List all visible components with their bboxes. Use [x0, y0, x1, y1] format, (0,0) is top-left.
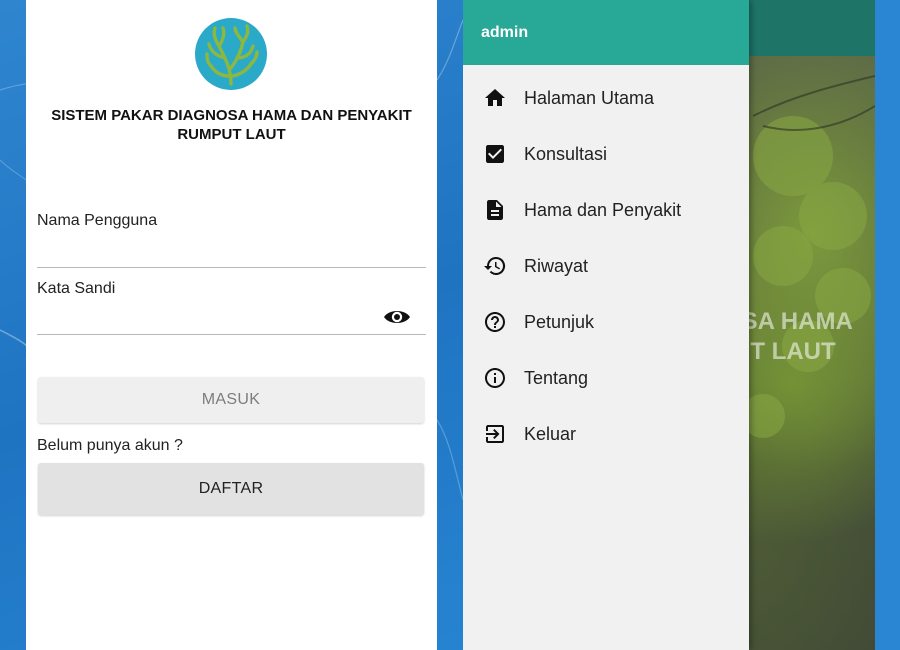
- menu-item-label: Keluar: [524, 423, 577, 444]
- username-underline: [37, 267, 426, 268]
- seaweed-logo-icon: [195, 18, 267, 90]
- password-input[interactable]: [37, 304, 377, 332]
- username-input[interactable]: [37, 238, 426, 266]
- menu-item-riwayat[interactable]: Riwayat: [463, 238, 749, 294]
- menu-item-halaman-utama[interactable]: Halaman Utama: [463, 70, 749, 126]
- login-screen: SISTEM PAKAR DIAGNOSA HAMA DAN PENYAKIT …: [26, 0, 437, 650]
- drawer-header-username: admin: [463, 0, 749, 65]
- menu-item-keluar[interactable]: Keluar: [463, 406, 749, 462]
- menu-item-hama-dan-penyakit[interactable]: Hama dan Penyakit: [463, 182, 749, 238]
- history-icon: [483, 254, 507, 278]
- desktop-background-right: [875, 0, 900, 650]
- drawer-screen: OSA HAMA UT LAUT admin Halaman Utama Kon…: [463, 0, 875, 650]
- menu-item-label: Konsultasi: [524, 143, 608, 164]
- register-hint: Belum punya akun ?: [37, 437, 183, 454]
- menu-item-label: Riwayat: [524, 255, 589, 276]
- menu-item-tentang[interactable]: Tentang: [463, 350, 749, 406]
- help-icon: [483, 310, 507, 334]
- login-button[interactable]: MASUK: [38, 377, 424, 423]
- menu-item-label: Petunjuk: [524, 311, 595, 332]
- menu-item-label: Tentang: [524, 367, 589, 388]
- document-icon: [483, 198, 507, 222]
- register-button[interactable]: DAFTAR: [38, 463, 424, 515]
- menu-item-label: Halaman Utama: [524, 87, 655, 108]
- password-label: Kata Sandi: [37, 280, 116, 297]
- checkbox-icon: [483, 142, 507, 166]
- exit-icon: [483, 422, 507, 446]
- home-icon: [483, 86, 507, 110]
- menu-item-petunjuk[interactable]: Petunjuk: [463, 294, 749, 350]
- navigation-drawer: admin Halaman Utama Konsultasi Hama dan …: [463, 0, 749, 650]
- menu-item-label: Hama dan Penyakit: [524, 199, 682, 220]
- app-title: SISTEM PAKAR DIAGNOSA HAMA DAN PENYAKIT …: [51, 107, 412, 143]
- info-icon: [483, 366, 507, 390]
- username-label: Nama Pengguna: [37, 212, 158, 229]
- menu-item-konsultasi[interactable]: Konsultasi: [463, 126, 749, 182]
- password-underline: [37, 334, 426, 335]
- eye-icon[interactable]: [383, 306, 411, 328]
